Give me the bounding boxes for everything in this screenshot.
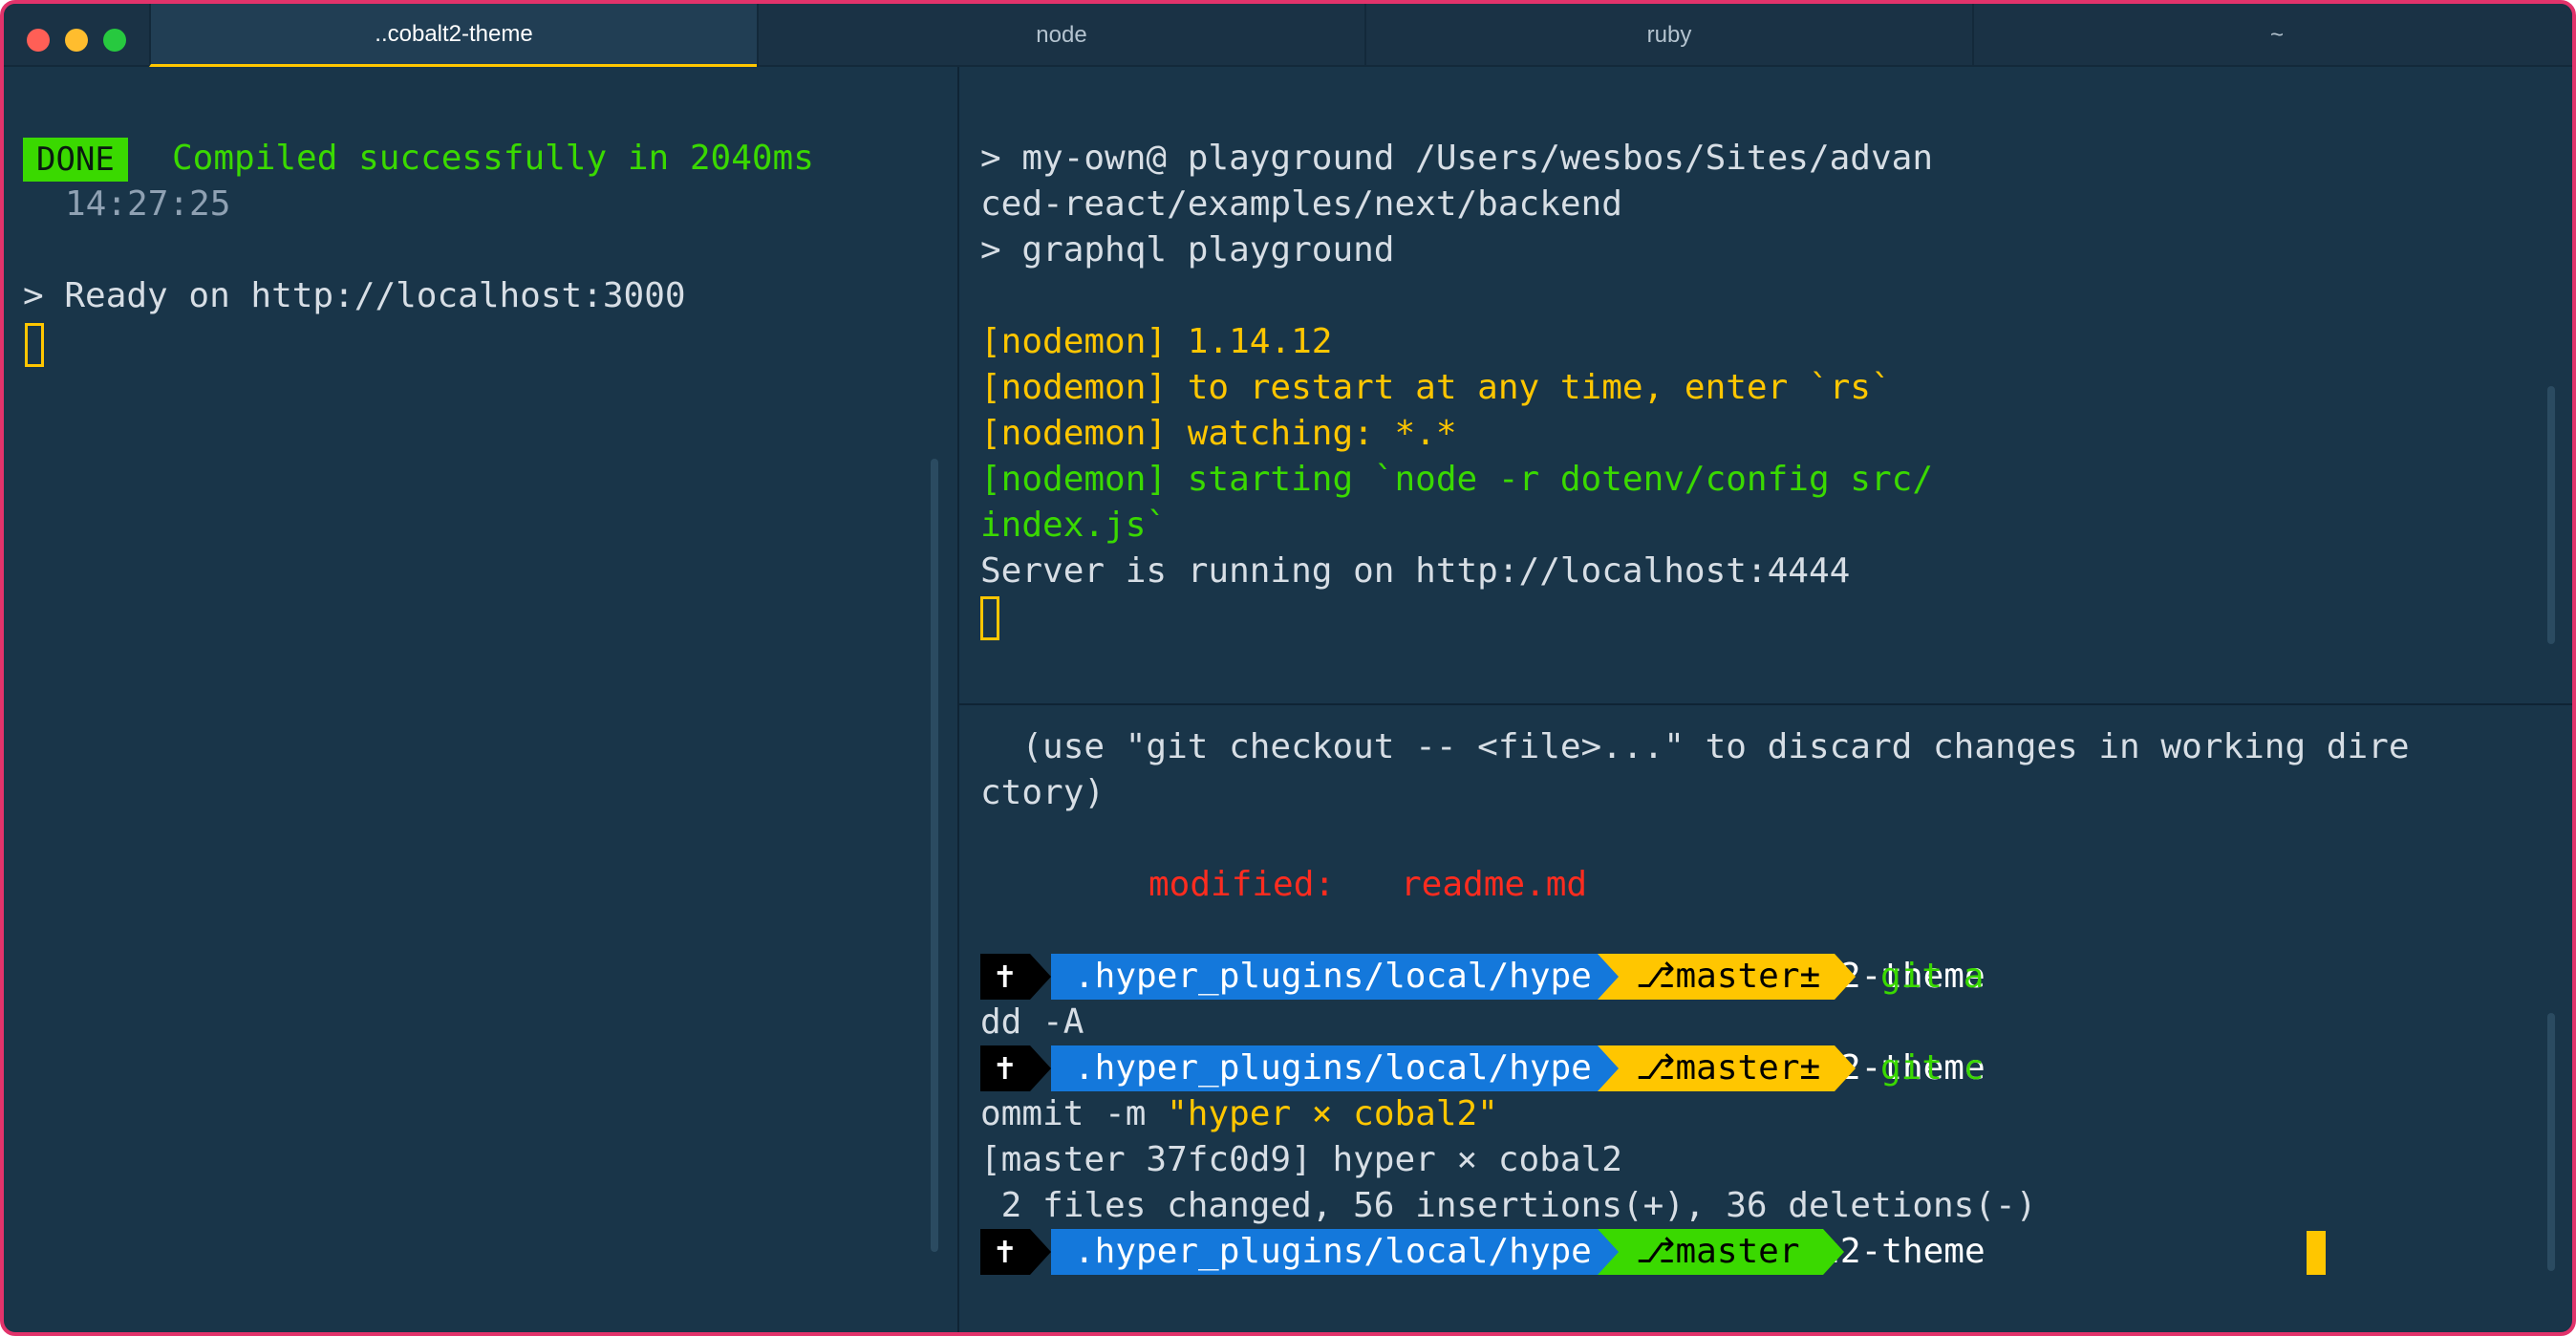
prompt-cross-icon: ✝ (980, 954, 1030, 1000)
terminal-cursor (25, 323, 44, 367)
segment-arrow (1835, 954, 1856, 1000)
compiled-message: Compiled successfully in 2040ms (172, 139, 814, 178)
segment-arrow (1823, 1229, 1844, 1275)
prompt-cross-icon: ✝ (980, 1045, 1030, 1091)
nodemon-start-line: index.js` (980, 506, 1168, 545)
nodemon-line: [nodemon] watching: *.* (980, 414, 1457, 453)
prompt-cross-icon: ✝ (980, 1229, 1030, 1275)
git-branch-name: master± (1675, 957, 1821, 996)
commit-result-line: [master 37fc0d9] hyper × cobal2 (980, 1140, 1622, 1179)
segment-arrow (1598, 1045, 1619, 1091)
left-terminal-pane[interactable]: DONE Compiled successfully in 2040ms 14:… (4, 67, 957, 1332)
command-string-arg: "hyper × cobal2" (1167, 1094, 1498, 1133)
output-line: ced-react/examples/next/backend (980, 184, 1622, 224)
git-branch-name: master± (1675, 1048, 1821, 1088)
done-badge: DONE (23, 138, 128, 182)
tab-ruby[interactable]: ruby (1364, 4, 1972, 67)
segment-arrow (1598, 1229, 1619, 1275)
git-branch-segment: ⎇master (1598, 1229, 1823, 1275)
segment-arrow (1598, 954, 1619, 1000)
prompt-path: .hyper_plugins/local/hyperterm-cobalt2-t… (1051, 1045, 1986, 1091)
nodemon-line: [nodemon] to restart at any time, enter … (980, 368, 1892, 407)
terminal-cursor (980, 596, 999, 640)
right-bottom-terminal-pane[interactable]: (use "git checkout -- <file>..." to disc… (959, 705, 2572, 1332)
segment-arrow (1030, 1045, 1051, 1091)
right-top-pane-scrollbar[interactable] (2547, 386, 2555, 644)
right-bottom-pane-scrollbar[interactable] (2547, 1013, 2555, 1271)
tab-node[interactable]: node (757, 4, 1364, 67)
git-branch-icon: ⎇ (1636, 957, 1676, 996)
commit-stats-line: 2 files changed, 56 insertions(+), 36 de… (980, 1186, 2037, 1225)
shell-prompt: ✝ .hyper_plugins/local/hyperterm-cobalt2… (980, 1229, 2326, 1275)
git-branch-name: master (1675, 1232, 1800, 1271)
ready-line: > Ready on http://localhost:3000 (23, 276, 686, 315)
nodemon-start-line: [nodemon] starting `node -r dotenv/confi… (980, 460, 1933, 499)
git-branch-segment: ⎇master± (1598, 954, 1835, 1000)
nodemon-line: [nodemon] 1.14.12 (980, 322, 1333, 361)
minimize-window-button[interactable] (65, 29, 88, 52)
prompt-path: .hyper_plugins/local/hyperterm-cobalt2-t… (1051, 954, 1986, 1000)
compile-timestamp: 14:27:25 (65, 184, 231, 224)
tab-label: ~ (2269, 22, 2284, 48)
git-command: git c (1880, 1048, 1985, 1088)
segment-arrow (1030, 954, 1051, 1000)
output-line: > my-own@ playground /Users/wesbos/Sites… (980, 139, 1933, 178)
prompt-path: .hyper_plugins/local/hyperterm-cobalt2-t… (1051, 1229, 1986, 1275)
server-running-line: Server is running on http://localhost:44… (980, 551, 1851, 591)
shell-prompt: ✝ .hyper_plugins/local/hyperterm-cobalt2… (980, 954, 2299, 1000)
command-continuation: ommit -m "hyper × cobal2" (980, 1091, 1498, 1137)
git-branch-segment: ⎇master± (1598, 1045, 1835, 1091)
tab-label: ruby (1646, 22, 1692, 48)
segment-arrow (1835, 1045, 1856, 1091)
git-command: git a (1880, 957, 1985, 996)
terminal-window: ..cobalt2-theme node ruby ~ DONE Compile… (0, 0, 2576, 1336)
git-hint-line: (use "git checkout -- <file>..." to disc… (980, 727, 2410, 766)
left-pane-scrollbar[interactable] (931, 459, 938, 1252)
tab-label: node (1036, 22, 1087, 48)
tab-bar: ..cobalt2-theme node ruby ~ (4, 4, 2572, 67)
modified-file: readme.md (1401, 865, 1588, 904)
segment-arrow (1030, 1229, 1051, 1275)
right-top-terminal-pane[interactable]: > my-own@ playground /Users/wesbos/Sites… (959, 67, 2572, 703)
tab-cobalt2-theme[interactable]: ..cobalt2-theme (149, 4, 757, 67)
git-branch-icon: ⎇ (1636, 1048, 1676, 1088)
modified-label: modified: (1148, 865, 1336, 904)
close-window-button[interactable] (27, 29, 50, 52)
terminal-cursor (2307, 1231, 2326, 1275)
command-continuation: dd -A (980, 1002, 1084, 1042)
shell-prompt: ✝ .hyper_plugins/local/hyperterm-cobalt2… (980, 1045, 2299, 1091)
output-line: > graphql playground (980, 230, 1395, 269)
zoom-window-button[interactable] (103, 29, 126, 52)
tab-home[interactable]: ~ (1972, 4, 2572, 67)
git-hint-line: ctory) (980, 773, 1106, 812)
tab-label: ..cobalt2-theme (375, 20, 533, 47)
command-text: ommit -m (980, 1094, 1168, 1133)
git-branch-icon: ⎇ (1636, 1232, 1676, 1271)
